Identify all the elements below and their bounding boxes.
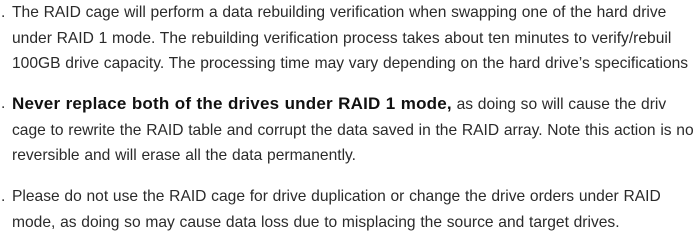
paragraph-3-marker: . <box>1 188 6 205</box>
paragraph-2-line-3: reversible and will erase all the data p… <box>12 147 357 164</box>
paragraph-2: . Never replace both of the drives under… <box>0 91 694 169</box>
paragraph-1-line-1: The RAID cage will perform a data rebuil… <box>12 4 667 21</box>
paragraph-3-line-2: mode, as doing so may cause data loss du… <box>12 213 620 231</box>
paragraph-1-marker: . <box>1 4 6 21</box>
paragraph-2-line-2: cage to rewrite the RAID table and corru… <box>12 121 694 139</box>
paragraph-2-line-1: Never replace both of the drives under R… <box>0 91 694 118</box>
paragraph-3-line-1: Please do not use the RAID cage for driv… <box>12 188 661 205</box>
paragraph-1-line-3: 100GB drive capacity. The processing tim… <box>12 55 689 72</box>
paragraph-2-marker: . <box>1 95 6 112</box>
paragraph-2-lead-rest: as doing so will cause the driv <box>451 96 667 113</box>
paragraph-3: . Please do not use the RAID cage for dr… <box>0 184 661 235</box>
paragraph-1: . The RAID cage will perform a data rebu… <box>0 0 688 77</box>
paragraph-1-line-2: under RAID 1 mode. The rebuilding verifi… <box>12 29 672 47</box>
warning-emphasis: Never replace both of the drives under R… <box>12 94 452 113</box>
